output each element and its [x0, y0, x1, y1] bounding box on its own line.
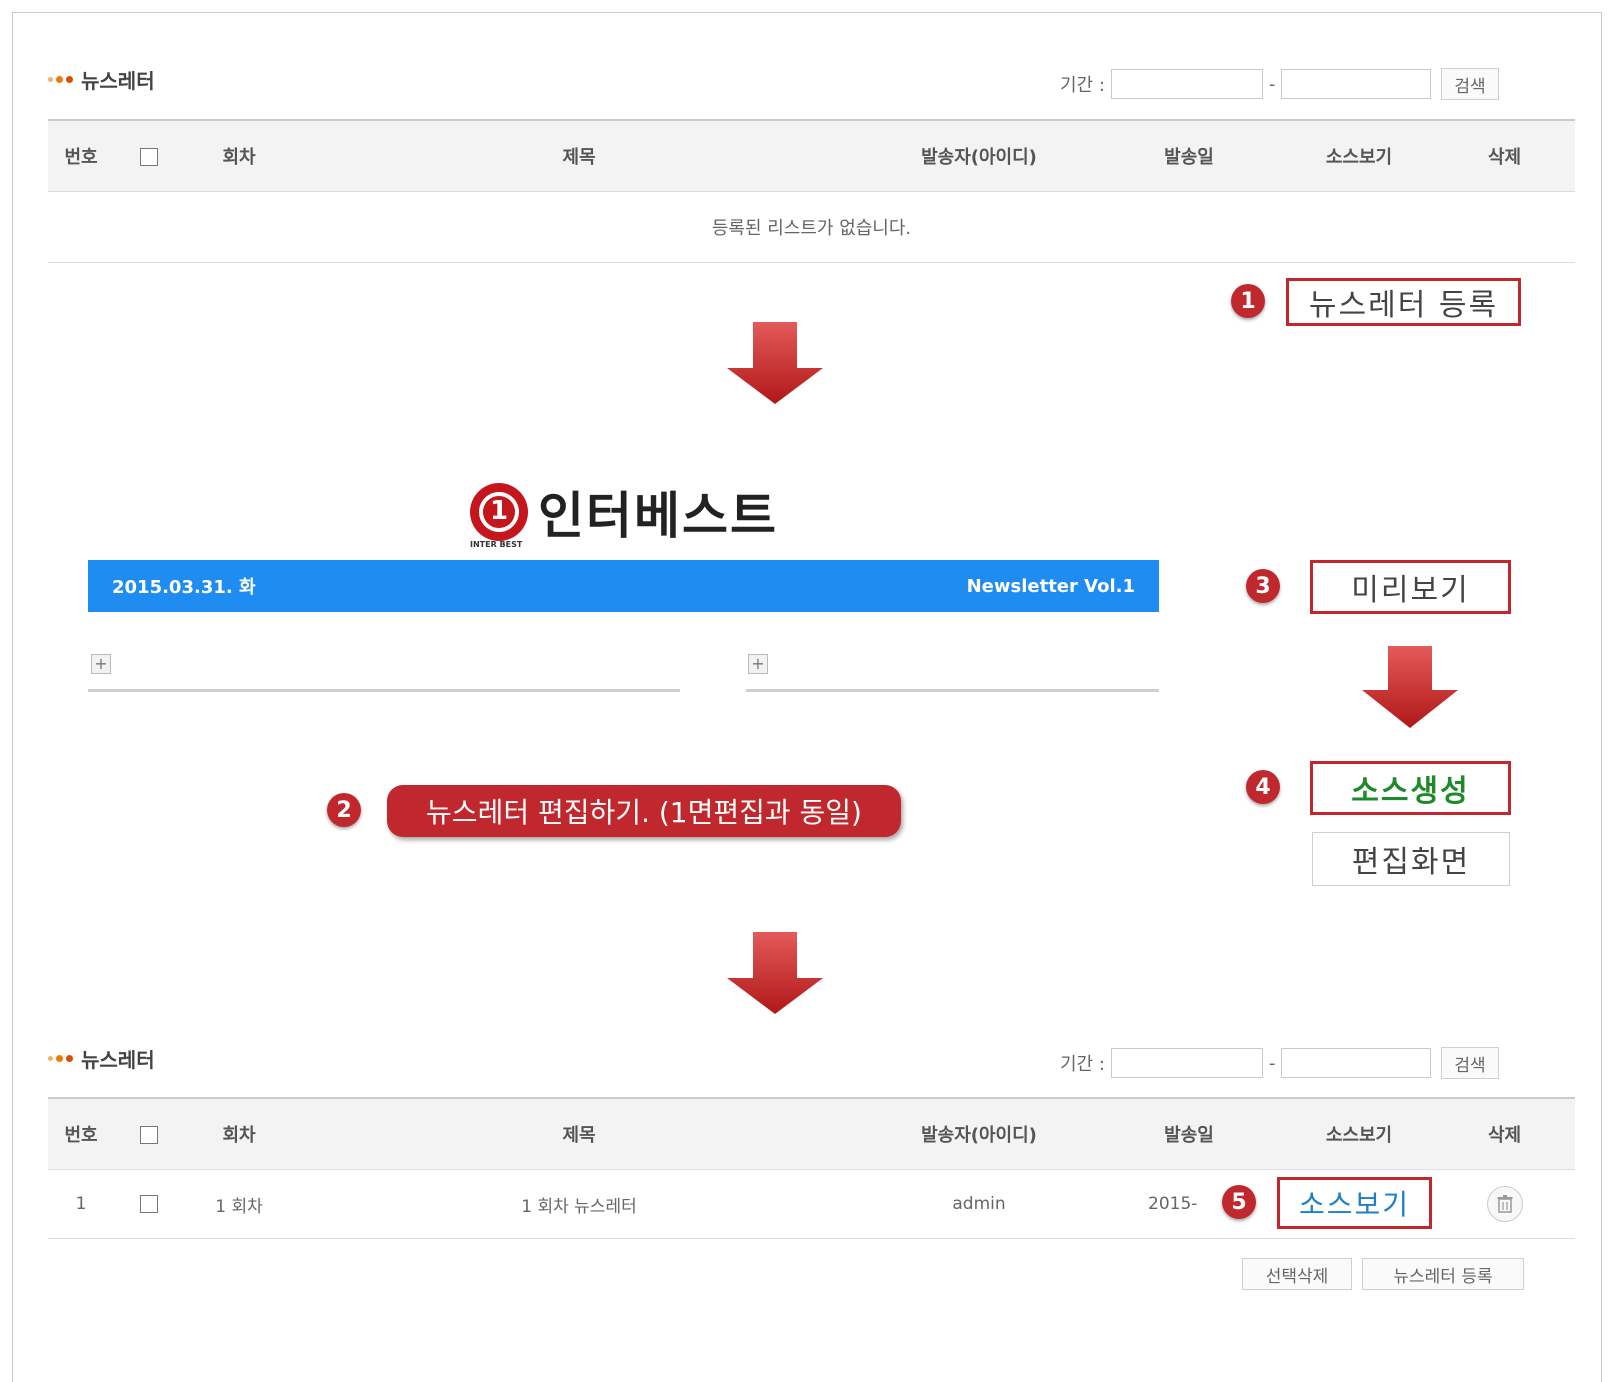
left-column-divider	[88, 689, 680, 692]
period-label: 기간 :	[1060, 75, 1105, 96]
period-start-input[interactable]	[1110, 69, 1263, 99]
col-round: 회차	[184, 1097, 294, 1170]
col-sender: 발송자(아이디)	[864, 119, 1094, 192]
down-arrow-icon	[1362, 646, 1458, 728]
col-title: 제목	[294, 119, 864, 192]
add-block-right-plus-icon[interactable]: +	[748, 654, 768, 674]
row-checkbox-cell	[114, 1169, 184, 1239]
period-start-input[interactable]	[1110, 1048, 1263, 1078]
edit-screen-button[interactable]: 편집화면	[1312, 832, 1510, 886]
empty-message: 등록된 리스트가 없습니다.	[48, 191, 1575, 263]
search-button[interactable]: 검색	[1441, 1047, 1499, 1079]
bullet-dots-icon	[48, 1055, 73, 1062]
col-source: 소스보기	[1284, 119, 1434, 192]
add-block-left-plus-icon[interactable]: +	[91, 654, 111, 674]
period-separator: -	[1268, 1052, 1276, 1074]
generate-source-button[interactable]: 소스생성	[1310, 761, 1511, 815]
row-delete-cell	[1434, 1169, 1575, 1239]
newsletter-table-top: 번호 회차 제목 발송자(아이디) 발송일 소스보기 삭제 등록된 리스트가 없…	[48, 119, 1575, 263]
col-round: 회차	[184, 119, 294, 192]
col-number: 번호	[48, 119, 114, 192]
preview-button[interactable]: 미리보기	[1310, 560, 1511, 614]
section-title-bottom: 뉴스레터	[48, 1044, 155, 1073]
col-title: 제목	[294, 1097, 864, 1170]
col-delete: 삭제	[1434, 119, 1575, 192]
row-title-link[interactable]: 1 회차 뉴스레터	[294, 1169, 864, 1239]
logo-text: 인터베스트	[538, 487, 778, 545]
col-number: 번호	[48, 1097, 114, 1170]
period-filter-top: 기간 : - 검색	[1060, 68, 1499, 100]
right-column-divider	[746, 689, 1159, 692]
step-badge-4: 4	[1246, 770, 1280, 804]
row-checkbox[interactable]	[140, 1195, 158, 1213]
section-title-text: 뉴스레터	[81, 1048, 155, 1072]
section-title-text: 뉴스레터	[81, 69, 155, 93]
period-end-input[interactable]	[1281, 1048, 1432, 1078]
newsletter-volume: Newsletter Vol.1	[966, 575, 1135, 597]
logo-subtext: INTER BEST	[470, 540, 523, 549]
section-title-top: 뉴스레터	[48, 65, 155, 94]
period-separator: -	[1268, 73, 1276, 95]
down-arrow-icon	[727, 932, 823, 1014]
row-number: 1	[48, 1169, 114, 1239]
delete-selected-button[interactable]: 선택삭제	[1242, 1258, 1352, 1290]
row-round: 1 회차	[184, 1169, 294, 1239]
bullet-dots-icon	[48, 76, 73, 83]
logo-mark-icon: 1	[470, 483, 528, 541]
step-badge-5: 5	[1222, 1185, 1256, 1219]
period-filter-bottom: 기간 : - 검색	[1060, 1047, 1499, 1079]
row-sender: admin	[864, 1169, 1094, 1239]
col-source: 소스보기	[1284, 1097, 1434, 1170]
select-all-checkbox[interactable]	[140, 147, 158, 166]
search-button[interactable]: 검색	[1441, 68, 1499, 100]
trash-icon[interactable]	[1486, 1186, 1523, 1222]
newsletter-header-bar: 2015.03.31. 화 Newsletter Vol.1	[88, 560, 1159, 612]
period-end-input[interactable]	[1281, 69, 1432, 99]
col-delete: 삭제	[1434, 1097, 1575, 1170]
intervest-logo: 1 인터베스트	[470, 476, 778, 548]
step-badge-3: 3	[1246, 569, 1280, 603]
newsletter-register-button-bottom[interactable]: 뉴스레터 등록	[1362, 1258, 1524, 1290]
step-badge-2: 2	[327, 793, 361, 827]
down-arrow-icon	[727, 322, 823, 404]
step-badge-1: 1	[1231, 284, 1265, 318]
col-date: 발송일	[1094, 1097, 1284, 1170]
period-label: 기간 :	[1060, 1054, 1105, 1075]
newsletter-register-button[interactable]: 뉴스레터 등록	[1286, 278, 1521, 326]
view-source-button[interactable]: 소스보기	[1277, 1177, 1432, 1229]
edit-newsletter-callout: 뉴스레터 편집하기. (1면편집과 동일)	[387, 785, 901, 837]
newsletter-date: 2015.03.31. 화	[112, 577, 256, 598]
col-sender: 발송자(아이디)	[864, 1097, 1094, 1170]
col-date: 발송일	[1094, 119, 1284, 192]
select-all-checkbox[interactable]	[140, 1125, 158, 1144]
col-checkbox	[114, 119, 184, 192]
col-checkbox	[114, 1097, 184, 1170]
bottom-actions: 선택삭제 뉴스레터 등록	[1242, 1258, 1524, 1290]
